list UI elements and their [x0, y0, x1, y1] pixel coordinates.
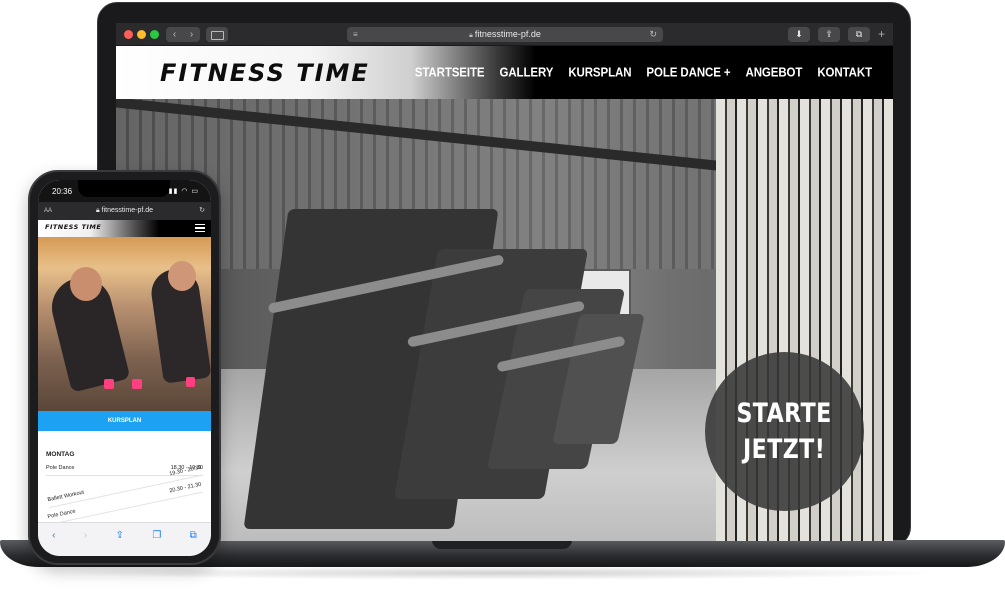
- class-time: 20.30 - 21.30: [168, 481, 202, 494]
- nav-gallery[interactable]: GALLERY: [499, 66, 553, 80]
- phone-browser-toolbar: ‹ › ⇪ ❐ ⧉: [38, 522, 211, 556]
- phone-notch: [78, 180, 170, 197]
- sidebar-icon[interactable]: [206, 27, 228, 42]
- back-icon[interactable]: ‹: [166, 27, 183, 42]
- class-name: Pole Dance: [46, 464, 75, 471]
- starte-jetzt-button[interactable]: STARTE JETZT!: [705, 352, 864, 511]
- lock-icon: 🔒︎: [469, 32, 473, 39]
- reader-icon[interactable]: ≡: [353, 27, 358, 42]
- phone-hero-photo: [38, 237, 211, 411]
- forward-icon[interactable]: ›: [84, 530, 87, 541]
- class-name: Ballett Workout: [46, 489, 85, 503]
- share-icon[interactable]: ⇪: [818, 27, 840, 42]
- bookmarks-icon[interactable]: ❐: [152, 530, 161, 541]
- laptop-opening-notch: [432, 540, 572, 549]
- class-time: 19.30 - 20.30: [168, 464, 202, 477]
- minimize-window-button[interactable]: [137, 30, 146, 39]
- nav-kursplan[interactable]: KURSPLAN: [568, 66, 631, 80]
- nav-startseite[interactable]: STARTSEITE: [415, 66, 485, 80]
- lock-icon: 🔒︎: [95, 207, 100, 214]
- pink-shoe: [104, 379, 114, 389]
- site-header: FITNESS TIME STARTSEITE GALLERY KURSPLAN…: [116, 46, 893, 99]
- text-size-button[interactable]: AA: [44, 202, 52, 220]
- new-tab-icon[interactable]: +: [878, 27, 885, 42]
- close-window-button[interactable]: [124, 30, 133, 39]
- address-url: fitnesstime-pf.de: [474, 29, 541, 39]
- hamburger-menu-icon[interactable]: [195, 224, 205, 232]
- phone-status-bar: 20:36 ▮▮ ◠ ▭: [38, 180, 211, 202]
- cta-line-2: JETZT!: [743, 433, 826, 465]
- cta-line-1: STARTE: [736, 397, 833, 429]
- tabs-icon[interactable]: ⧉: [190, 530, 197, 541]
- back-icon[interactable]: ‹: [52, 530, 55, 541]
- phone-screen: 20:36 ▮▮ ◠ ▭ AA 🔒︎ fitnesstime-pf.de ↻ F…: [38, 180, 211, 556]
- download-icon[interactable]: ⬇: [788, 27, 810, 42]
- kursplan-button[interactable]: KURSPLAN: [38, 411, 211, 431]
- schedule-day-heading: MONTAG: [46, 451, 75, 458]
- nav-pole-dance[interactable]: POLE DANCE +: [646, 66, 730, 80]
- history-buttons: ‹ ›: [166, 27, 200, 42]
- pink-shoe: [186, 377, 195, 387]
- share-icon[interactable]: ⇪: [116, 530, 124, 541]
- woman-head: [70, 267, 102, 301]
- forward-icon[interactable]: ›: [183, 27, 200, 42]
- tabs-icon[interactable]: ⧉: [848, 27, 870, 42]
- status-time: 20:36: [52, 187, 73, 196]
- nav-kontakt[interactable]: KONTAKT: [817, 66, 872, 80]
- pink-shoe: [132, 379, 142, 389]
- site-logo[interactable]: FITNESS TIME: [160, 58, 370, 88]
- nav-angebot[interactable]: ANGEBOT: [746, 66, 803, 80]
- browser-toolbar: ‹ › ≡ 🔒︎ fitnesstime-pf.de ↻ ⬇ ⇪ ⧉ +: [116, 23, 893, 46]
- reload-icon[interactable]: ↻: [199, 202, 205, 220]
- phone-address-url: fitnesstime-pf.de: [101, 207, 154, 214]
- laptop-shadow: [60, 566, 945, 580]
- phone-site-logo[interactable]: FITNESS TIME: [45, 223, 101, 231]
- hero-gym-image: STARTE JETZT!: [116, 99, 893, 541]
- laptop-screen: ‹ › ≡ 🔒︎ fitnesstime-pf.de ↻ ⬇ ⇪ ⧉ + FITN…: [116, 23, 893, 541]
- phone-site-header: FITNESS TIME: [38, 220, 211, 237]
- main-navigation: STARTSEITE GALLERY KURSPLAN POLE DANCE +…: [415, 46, 872, 99]
- reload-icon[interactable]: ↻: [649, 27, 657, 42]
- class-name: Pole Dance: [46, 507, 77, 520]
- phone-address-bar[interactable]: AA 🔒︎ fitnesstime-pf.de ↻: [38, 202, 211, 220]
- address-bar[interactable]: ≡ 🔒︎ fitnesstime-pf.de ↻: [347, 27, 663, 42]
- zoom-window-button[interactable]: [150, 30, 159, 39]
- signal-battery-icon: ▮▮ ◠ ▭: [168, 188, 199, 195]
- woman-head: [168, 261, 196, 291]
